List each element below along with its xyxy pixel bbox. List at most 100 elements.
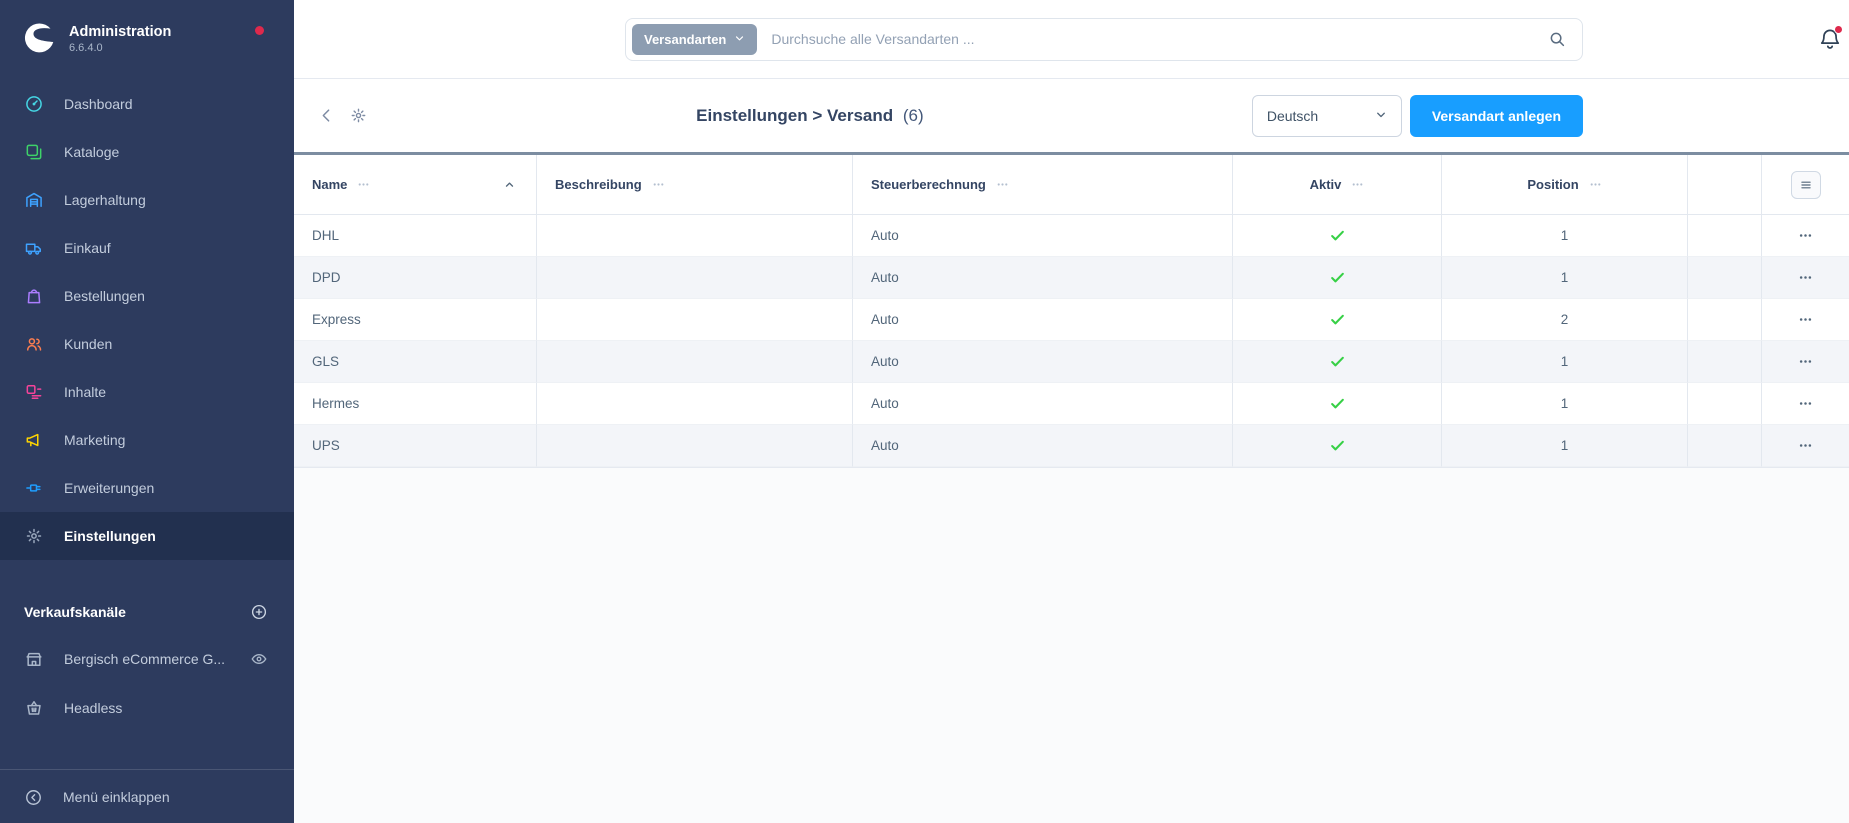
page-title: Einstellungen > Versand (6): [368, 106, 1252, 126]
eye-icon[interactable]: [250, 650, 268, 668]
sidebar-item-label: Einkauf: [64, 240, 111, 256]
table-row[interactable]: GLSAuto1: [294, 341, 1849, 383]
back-button[interactable]: [318, 107, 335, 124]
cell-spacer: [1688, 215, 1762, 257]
users-icon: [24, 334, 44, 354]
row-context-menu-button[interactable]: [1793, 351, 1819, 373]
column-label: Name: [312, 177, 347, 192]
language-select[interactable]: Deutsch: [1252, 95, 1402, 137]
search-input[interactable]: [771, 31, 1548, 47]
megaphone-icon: [24, 430, 44, 450]
cell-steuerberechnung: Auto: [853, 257, 1233, 299]
cell-steuerberechnung: Auto: [853, 425, 1233, 467]
cell-aktiv: [1233, 215, 1442, 257]
column-header-position[interactable]: Position: [1442, 155, 1688, 215]
sales-channel-item[interactable]: Bergisch eCommerce G...: [0, 634, 294, 683]
cell-name[interactable]: Express: [294, 299, 537, 341]
cell-position: 1: [1442, 257, 1688, 299]
check-icon: [1329, 353, 1346, 370]
settings-shortcut-button[interactable]: [349, 106, 368, 125]
shopping-bag-icon: [24, 286, 44, 306]
cell-actions: [1762, 215, 1849, 257]
column-context-menu-icon[interactable]: [1351, 178, 1364, 191]
column-header-steuerberechnung[interactable]: Steuerberechnung: [853, 155, 1233, 215]
sidebar-item-label: Erweiterungen: [64, 480, 154, 496]
shopware-logo-icon: [22, 22, 56, 56]
grid-settings-button[interactable]: [1791, 171, 1821, 199]
row-context-menu-button[interactable]: [1793, 435, 1819, 457]
sidebar-item-dashboard[interactable]: Dashboard: [0, 80, 294, 128]
row-context-menu-button[interactable]: [1793, 267, 1819, 289]
column-context-menu-icon[interactable]: [1589, 178, 1602, 191]
shipping-methods-grid: Name Beschreibung Steuerberechnung Aktiv…: [294, 152, 1849, 468]
sidebar-item-einstellungen[interactable]: Einstellungen: [0, 512, 294, 560]
main-area: Versandarten Einstellungen > Versand (6)…: [294, 0, 1849, 823]
add-sales-channel-button[interactable]: [250, 603, 268, 621]
sidebar-item-kunden[interactable]: Kunden: [0, 320, 294, 368]
cell-steuerberechnung: Auto: [853, 341, 1233, 383]
sidebar-item-marketing[interactable]: Marketing: [0, 416, 294, 464]
table-row[interactable]: ExpressAuto2: [294, 299, 1849, 341]
column-header-name[interactable]: Name: [294, 155, 537, 215]
main-nav: Dashboard Kataloge Lagerhaltung Einkauf Best…: [0, 80, 294, 560]
row-context-menu-button[interactable]: [1793, 309, 1819, 331]
smartbar: Einstellungen > Versand (6) Deutsch Vers…: [294, 79, 1849, 152]
language-select-value: Deutsch: [1267, 108, 1318, 124]
table-row[interactable]: HermesAuto1: [294, 383, 1849, 425]
collapse-menu-button[interactable]: Menü einklappen: [0, 770, 294, 823]
row-context-menu-button[interactable]: [1793, 393, 1819, 415]
cell-spacer: [1688, 299, 1762, 341]
sidebar-item-kataloge[interactable]: Kataloge: [0, 128, 294, 176]
sidebar-item-bestellungen[interactable]: Bestellungen: [0, 272, 294, 320]
sidebar-item-inhalte[interactable]: Inhalte: [0, 368, 294, 416]
cell-spacer: [1688, 341, 1762, 383]
cell-beschreibung: [537, 257, 853, 299]
table-row[interactable]: DHLAuto1: [294, 215, 1849, 257]
cell-spacer: [1688, 425, 1762, 467]
chevron-left-circle-icon: [24, 788, 43, 807]
sidebar-item-label: Dashboard: [64, 96, 133, 112]
item-count: (6): [903, 106, 924, 125]
sidebar-item-lagerhaltung[interactable]: Lagerhaltung: [0, 176, 294, 224]
column-header-actions: [1762, 155, 1849, 215]
sidebar-item-erweiterungen[interactable]: Erweiterungen: [0, 464, 294, 512]
check-icon: [1329, 437, 1346, 454]
row-context-menu-button[interactable]: [1793, 225, 1819, 247]
cell-beschreibung: [537, 299, 853, 341]
search-scope-pill[interactable]: Versandarten: [632, 24, 757, 55]
sales-channels-section: Verkaufskanäle Bergisch eCommerce G...He…: [0, 590, 294, 732]
cell-aktiv: [1233, 299, 1442, 341]
column-context-menu-icon[interactable]: [357, 178, 370, 191]
check-icon: [1329, 311, 1346, 328]
sales-channels-heading-row: Verkaufskanäle: [0, 590, 294, 634]
notification-badge: [1834, 25, 1843, 34]
cell-name[interactable]: Hermes: [294, 383, 537, 425]
table-row[interactable]: UPSAuto1: [294, 425, 1849, 467]
column-context-menu-icon[interactable]: [652, 178, 665, 191]
sidebar: Administration 6.6.4.0 DashboardKataloge…: [0, 0, 294, 823]
check-icon: [1329, 227, 1346, 244]
cell-name[interactable]: DHL: [294, 215, 537, 257]
column-label: Aktiv: [1310, 177, 1342, 192]
sidebar-item-label: Kataloge: [64, 144, 119, 160]
column-label: Beschreibung: [555, 177, 642, 192]
column-header-beschreibung[interactable]: Beschreibung: [537, 155, 853, 215]
check-icon: [1329, 395, 1346, 412]
cell-name[interactable]: UPS: [294, 425, 537, 467]
sidebar-item-label: Lagerhaltung: [64, 192, 146, 208]
topbar: Versandarten: [294, 0, 1849, 79]
app-version: 6.6.4.0: [69, 42, 171, 56]
table-row[interactable]: DPD Auto 1: [294, 257, 1849, 299]
cell-aktiv: [1233, 341, 1442, 383]
sales-channel-item[interactable]: Headless: [0, 683, 294, 732]
chevron-down-icon: [1375, 108, 1387, 124]
create-shipping-method-button[interactable]: Versandart anlegen: [1410, 95, 1583, 137]
column-header-aktiv[interactable]: Aktiv: [1233, 155, 1442, 215]
column-context-menu-icon[interactable]: [996, 178, 1009, 191]
cell-beschreibung: [537, 341, 853, 383]
sidebar-item-einkauf[interactable]: Einkauf: [0, 224, 294, 272]
cell-name[interactable]: GLS: [294, 341, 537, 383]
notifications-button[interactable]: [1817, 26, 1843, 52]
cell-steuerberechnung: Auto: [853, 383, 1233, 425]
cell-name[interactable]: DPD: [294, 257, 537, 299]
